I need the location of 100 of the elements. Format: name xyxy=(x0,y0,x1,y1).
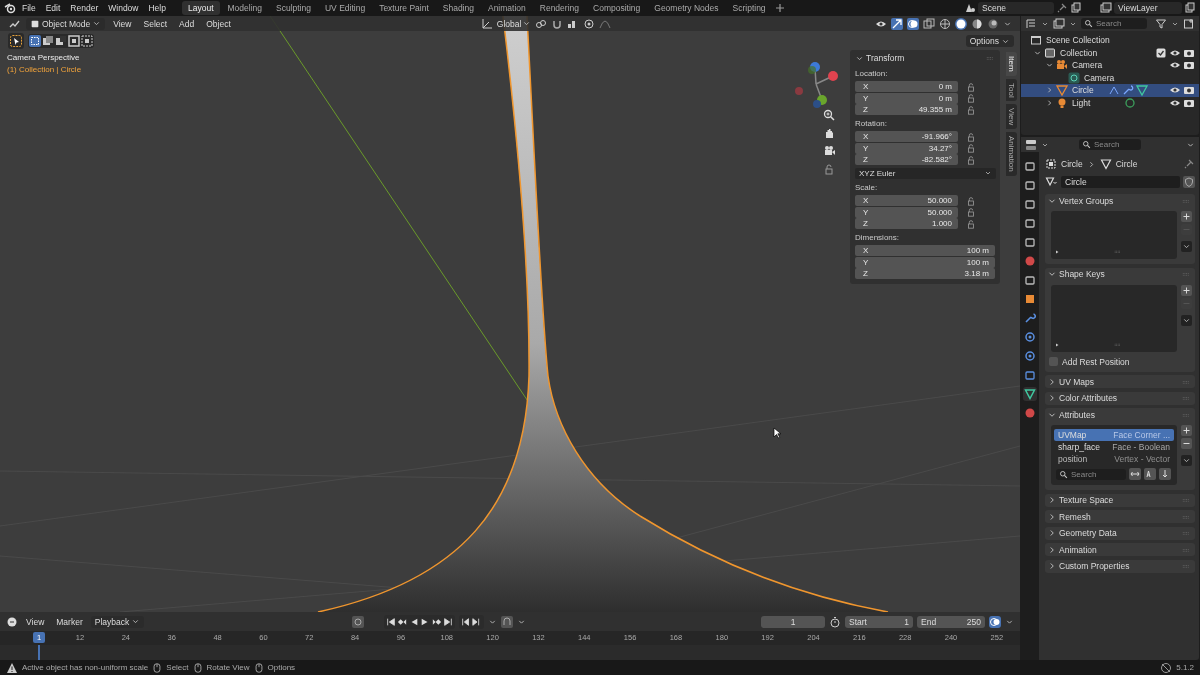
number-field[interactable]: X -91.966° xyxy=(855,131,958,142)
panel-header[interactable]: Color Attributes xyxy=(1047,391,1192,405)
mesh-browse-icon[interactable] xyxy=(1045,175,1058,188)
select-new-icon[interactable] xyxy=(29,35,41,47)
select-invert-icon[interactable] xyxy=(68,35,80,47)
select-subtract-icon[interactable] xyxy=(55,35,67,47)
proportional-edit-icon[interactable] xyxy=(583,17,596,30)
copy-icon[interactable] xyxy=(1070,2,1082,14)
menu-item[interactable]: Window xyxy=(104,3,143,13)
menu-item[interactable]: Help xyxy=(144,3,170,13)
menu-item[interactable]: Edit xyxy=(41,3,65,13)
panel-header[interactable]: Vertex Groups xyxy=(1047,194,1192,207)
number-field[interactable]: Z 1.000 xyxy=(855,218,958,229)
square-icon[interactable] xyxy=(1023,292,1037,306)
workspace-tab[interactable]: Texture Paint xyxy=(373,1,435,15)
sidebar-tab[interactable]: Animation xyxy=(1006,132,1017,177)
checkbox[interactable] xyxy=(1049,357,1058,366)
mode-dropdown[interactable]: Object Mode xyxy=(26,17,106,30)
filter-icon[interactable] xyxy=(1155,17,1167,30)
rendered-shading-icon[interactable] xyxy=(987,17,999,30)
editor-type-icon[interactable] xyxy=(6,615,18,628)
search-input[interactable]: Search xyxy=(1096,19,1144,28)
menu-item[interactable]: View xyxy=(109,18,136,29)
number-field[interactable]: Z -82.582° xyxy=(855,154,958,165)
add-workspace-icon[interactable] xyxy=(773,2,786,14)
pin-icon[interactable] xyxy=(1183,158,1195,170)
view-layer-field[interactable]: ViewLayer xyxy=(1114,2,1182,14)
data-name-field[interactable]: Circle xyxy=(1061,175,1180,188)
new-collection-icon[interactable] xyxy=(1183,17,1195,30)
include-checkbox-icon[interactable] xyxy=(1155,46,1167,59)
workspace-tab[interactable]: Modeling xyxy=(221,1,268,15)
remove-button[interactable] xyxy=(1181,438,1192,449)
workspace-tab[interactable]: Sculpting xyxy=(270,1,317,15)
lock-icon[interactable] xyxy=(966,104,976,115)
number-field[interactable]: X 0 m xyxy=(855,81,958,92)
stopwatch-icon[interactable] xyxy=(829,615,841,628)
specials-menu-button[interactable] xyxy=(1181,241,1192,252)
number-field[interactable]: Y 0 m xyxy=(855,92,958,104)
search-field[interactable]: Search xyxy=(1056,468,1126,480)
panel-header[interactable]: Attributes xyxy=(1047,408,1192,421)
panel-header[interactable]: UV Maps xyxy=(1047,375,1192,388)
outliner-row[interactable]: Camera xyxy=(1021,59,1199,72)
swap-icon[interactable] xyxy=(1129,468,1141,480)
workspace-tab[interactable]: UV Editing xyxy=(318,1,372,15)
render-camera-icon[interactable] xyxy=(1183,84,1195,97)
sidebar-tab[interactable]: Item xyxy=(1006,52,1017,76)
start-frame-field[interactable]: Start 1 xyxy=(845,615,913,628)
number-field[interactable]: X 50.000 xyxy=(855,195,958,206)
attribute-row[interactable]: UVMap Face Corner ... xyxy=(1054,429,1174,441)
gizmo-toggle-icon[interactable] xyxy=(891,17,903,30)
render-camera-icon[interactable] xyxy=(1183,59,1195,72)
outliner-row[interactable]: Camera xyxy=(1021,71,1199,84)
attribute-row[interactable]: sharp_face Face - Boolean xyxy=(1054,441,1174,453)
lock-icon[interactable] xyxy=(966,93,976,103)
menu-item[interactable]: Render xyxy=(66,3,103,13)
panel-header[interactable]: Shape Keys xyxy=(1047,267,1192,281)
overlay-toggle-icon[interactable] xyxy=(907,17,919,30)
panel-header[interactable]: Custom Properties xyxy=(1047,559,1192,573)
lock-icon[interactable] xyxy=(966,207,976,217)
orientation-icon[interactable] xyxy=(480,17,493,30)
workspace-tab[interactable]: Compositing xyxy=(587,1,647,15)
fake-user-shield-icon[interactable] xyxy=(1183,175,1195,188)
wireframe-shading-icon[interactable] xyxy=(939,17,951,30)
end-frame-field[interactable]: End 250 xyxy=(917,615,985,628)
editor-type-icon[interactable] xyxy=(1025,138,1037,151)
workspace-tab[interactable]: Layout xyxy=(181,1,220,15)
search-field[interactable]: Search xyxy=(1079,139,1141,150)
zoom-icon[interactable] xyxy=(823,109,835,121)
add-button[interactable] xyxy=(1181,425,1192,436)
select-extend-icon[interactable] xyxy=(42,35,54,47)
solid-shading-icon[interactable] xyxy=(955,17,967,30)
menu-item[interactable]: Add xyxy=(175,18,199,29)
playback-dropdown[interactable]: Playback xyxy=(90,615,145,628)
menu-item[interactable]: Object xyxy=(202,18,235,29)
search-input[interactable]: Search xyxy=(1071,469,1119,479)
outliner-row[interactable]: Scene Collection xyxy=(1021,34,1199,47)
number-field[interactable]: Y 100 m xyxy=(855,256,995,268)
sidebar-tab[interactable]: View xyxy=(1006,104,1017,130)
material-shading-icon[interactable] xyxy=(971,17,983,30)
specials-menu-button[interactable] xyxy=(1181,314,1192,326)
select-tool-icon[interactable] xyxy=(10,35,22,47)
panel-header[interactable]: Animation xyxy=(1047,543,1192,556)
number-field[interactable]: Z 3.18 m xyxy=(855,268,995,279)
orientation-dropdown[interactable]: Global xyxy=(496,18,532,29)
lock-icon[interactable] xyxy=(966,81,976,92)
search-field[interactable]: Search xyxy=(1081,18,1147,29)
hand-icon[interactable] xyxy=(823,127,835,139)
add-button[interactable] xyxy=(1181,211,1192,222)
panel-header[interactable]: Texture Space xyxy=(1047,493,1192,507)
outliner-row[interactable]: Collection xyxy=(1021,46,1199,59)
number-field[interactable]: Y 34.27° xyxy=(855,142,958,154)
lock-icon[interactable] xyxy=(823,163,835,175)
add-button[interactable] xyxy=(1181,284,1192,296)
lock-icon[interactable] xyxy=(966,131,976,142)
workspace-tab[interactable]: Geometry Nodes xyxy=(648,1,725,15)
search-input[interactable]: Search xyxy=(1094,140,1142,149)
display-mode-icon[interactable] xyxy=(1025,17,1037,30)
sync-icon[interactable] xyxy=(989,615,1001,628)
lock-icon[interactable] xyxy=(966,154,976,165)
jump-end-icon[interactable] xyxy=(443,615,454,628)
